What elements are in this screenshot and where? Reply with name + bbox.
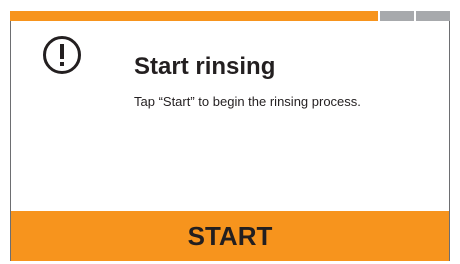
start-button-label: START (187, 220, 273, 251)
dialog-message: Tap “Start” to begin the rinsing process… (134, 94, 361, 109)
progress-segment-pending (416, 11, 450, 21)
progress-segment-active (10, 11, 378, 21)
step-progress-bar (10, 11, 450, 21)
exclamation-circle-icon (43, 36, 81, 74)
progress-segment-pending (380, 11, 414, 21)
rinse-screen: Start rinsing Tap “Start” to begin the r… (0, 0, 460, 264)
start-button[interactable]: START (10, 211, 450, 261)
dialog-title: Start rinsing (134, 53, 276, 80)
